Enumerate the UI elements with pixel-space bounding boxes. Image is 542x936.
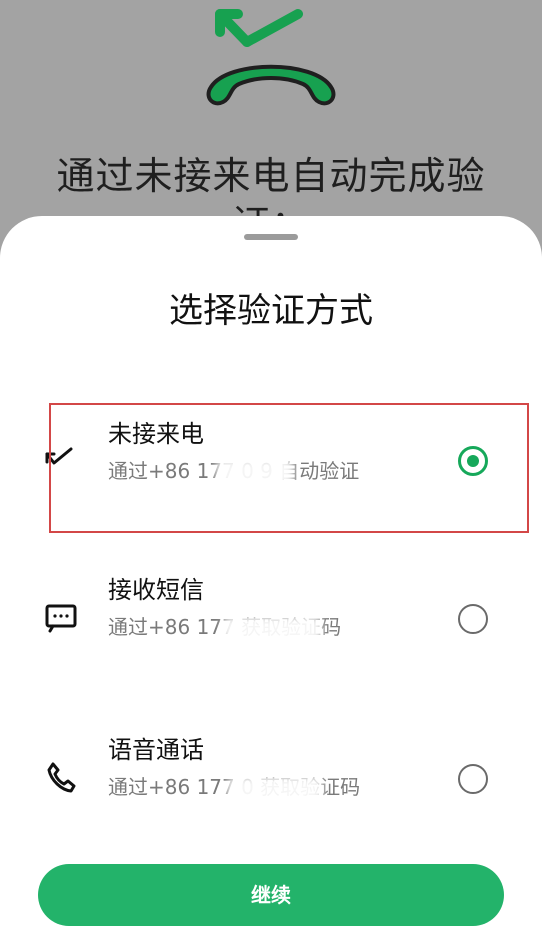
unselected-radio-button[interactable] [458, 604, 488, 634]
hero-title-line-1: 通过未接来电自动完成验 [56, 154, 486, 198]
message-icon [45, 604, 77, 633]
sheet-title: 选择验证方式 [169, 291, 373, 331]
selected-option-highlight [49, 403, 529, 533]
verification-bottom-sheet: 选择验证方式 未接来电 通过+86 177 0 9 自动验证 接收短信 通过+8… [0, 216, 542, 936]
voice-call-option[interactable]: 语音通话 通过+86 177 0 获取验证码 [38, 722, 504, 850]
continue-button[interactable]: 继续 [38, 864, 504, 926]
option-title: 接收短信 [108, 576, 204, 604]
phone-number-obscured [222, 616, 322, 644]
sms-option[interactable]: 接收短信 通过+86 177 获取验证码 [38, 562, 504, 690]
unselected-radio-button[interactable] [458, 764, 488, 794]
phone-number-obscured [227, 776, 323, 804]
sheet-drag-handle[interactable] [244, 234, 298, 240]
phone-icon [47, 762, 76, 793]
option-title: 语音通话 [108, 736, 204, 764]
missed-call-hero-icon [206, 9, 336, 106]
